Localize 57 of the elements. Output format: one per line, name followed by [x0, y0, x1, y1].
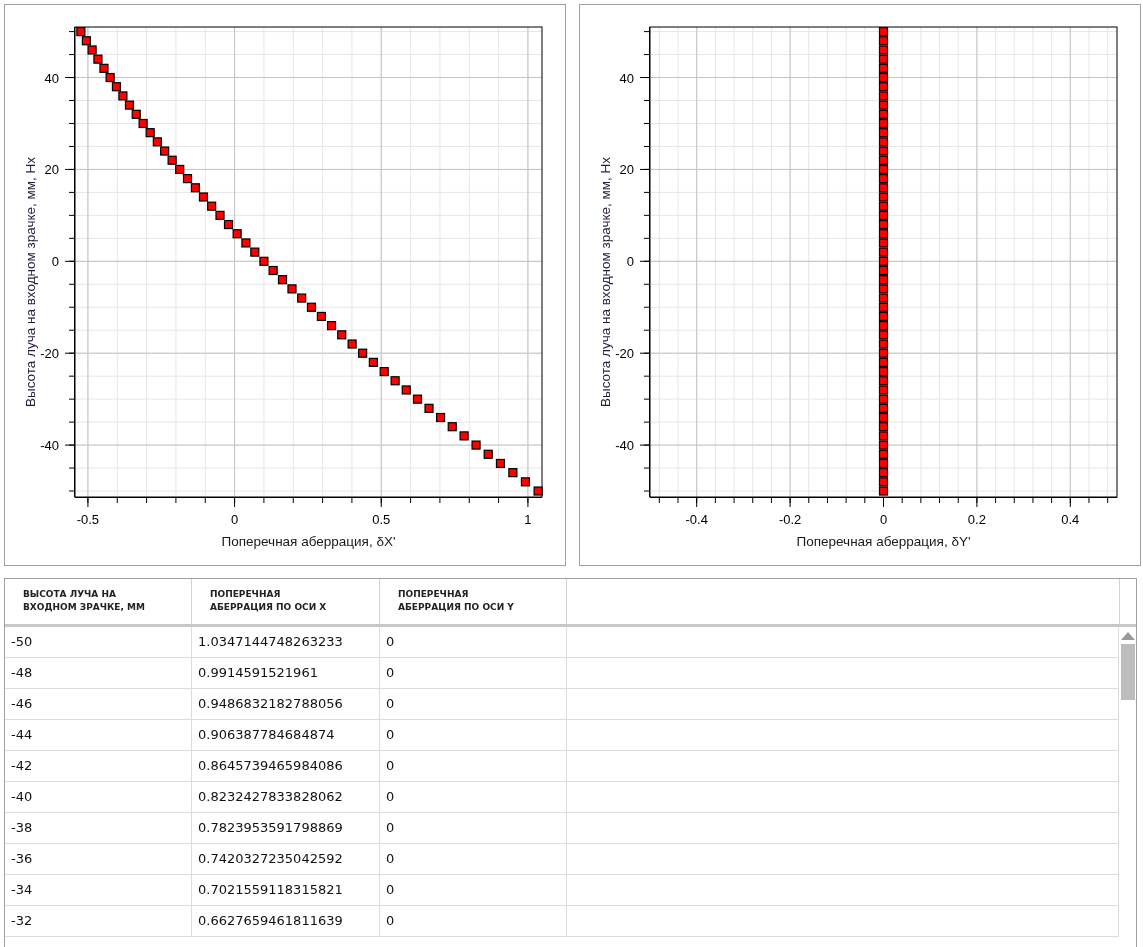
x-tick-label: 0.2 — [967, 512, 986, 527]
scrollbar-thumb[interactable] — [1120, 644, 1135, 700]
table-cell: -44 — [5, 720, 192, 750]
x-tick-label: 0 — [879, 512, 888, 527]
table-cell: 0 — [380, 720, 567, 750]
table-cell: 0 — [380, 658, 567, 688]
y-tick-label: -20 — [40, 346, 59, 362]
table-cell: 0.8645739465984086 — [192, 751, 380, 781]
table-cell: 0 — [380, 906, 567, 936]
column-header[interactable]: ПОПЕРЕЧНАЯ АБЕРРАЦИЯ ПО ОСИ X — [192, 579, 380, 624]
table-cell: 0.6627659461811639 — [192, 906, 380, 936]
table-cell: 0.9486832182788056 — [192, 689, 380, 719]
table-cell: 0.8232427833828062 — [192, 782, 380, 812]
y-axis-title: Высота луча на входном зрачке, мм, Hx — [598, 156, 613, 408]
x-tick-label: -0.4 — [685, 512, 708, 527]
table-cell: 1.0347144748263233 — [192, 627, 380, 657]
x-axis-title: Поперечная аберрация, δY' — [796, 534, 971, 549]
column-header[interactable]: ВЫСОТА ЛУЧА НА ВХОДНОМ ЗРАЧКЕ, ММ — [5, 579, 192, 624]
table-cell: -36 — [5, 844, 192, 874]
table-cell: 0 — [380, 844, 567, 874]
table-cell: 0 — [380, 751, 567, 781]
y-tick-label: 40 — [619, 70, 634, 86]
x-tick-label: -0.5 — [76, 512, 100, 527]
x-axis-title: Поперечная аберрация, δX' — [221, 534, 396, 549]
table-cell: 0 — [380, 689, 567, 719]
x-tick-label: 0.5 — [372, 512, 391, 527]
table-cell: 0 — [380, 627, 567, 657]
table-cell: 0.7823953591798869 — [192, 813, 380, 843]
table-cell: -38 — [5, 813, 192, 843]
x-tick-label: 1 — [524, 512, 532, 527]
table-cell: 0.7021559118315821 — [192, 875, 380, 905]
y-tick-label: -40 — [40, 438, 59, 454]
y-tick-label: -20 — [615, 346, 634, 362]
y-tick-label: 0 — [626, 254, 634, 270]
y-axis-title: Высота луча на входном зрачке, мм, Hx — [23, 156, 38, 408]
y-tick-label: -40 — [615, 438, 634, 454]
table-cell: -40 — [5, 782, 192, 812]
y-tick-label: 0 — [51, 254, 59, 270]
table-cell: -48 — [5, 658, 192, 688]
table-cell: -42 — [5, 751, 192, 781]
table-cell: 0.906387784684874 — [192, 720, 380, 750]
y-tick-label: 20 — [44, 162, 59, 178]
y-tick-label: 20 — [619, 162, 634, 178]
table-cell: -34 — [5, 875, 192, 905]
column-header[interactable]: ПОПЕРЕЧНАЯ АБЕРРАЦИЯ ПО ОСИ Y — [380, 579, 567, 624]
x-tick-label: 0 — [230, 512, 239, 527]
table-cell: -50 — [5, 627, 192, 657]
table-cell: 0 — [380, 813, 567, 843]
table-cell: 0.9914591521961 — [192, 658, 380, 688]
y-tick-label: 40 — [44, 70, 59, 86]
table-cell: 0 — [380, 875, 567, 905]
x-tick-label: 0.4 — [1061, 512, 1080, 527]
table-cell: -46 — [5, 689, 192, 719]
x-tick-label: -0.2 — [778, 512, 802, 527]
table-cell: -32 — [5, 906, 192, 936]
table-cell: 0.7420327235042592 — [192, 844, 380, 874]
table-cell: 0 — [380, 782, 567, 812]
